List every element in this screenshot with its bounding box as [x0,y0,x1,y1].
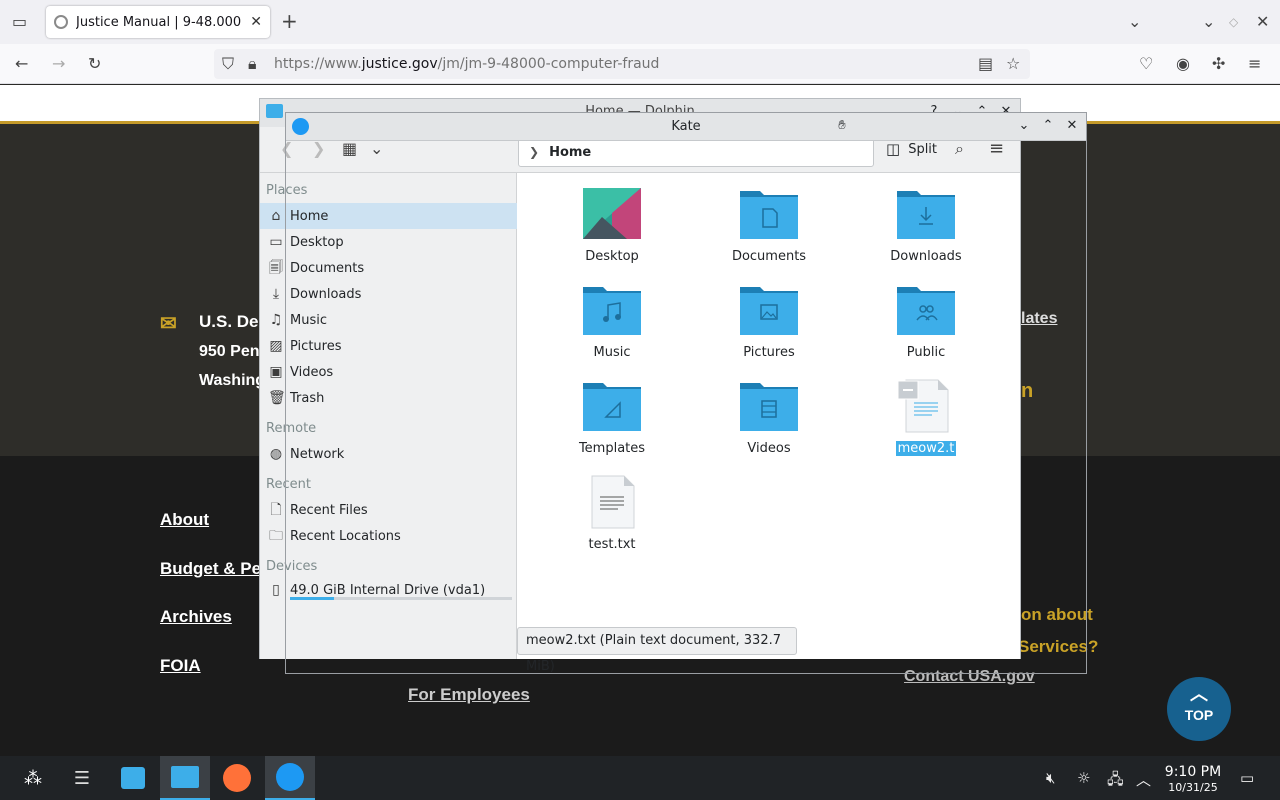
back-to-top-button[interactable]: ︿ TOP [1167,677,1231,741]
tab-list-icon[interactable]: ▭ [12,14,27,30]
url-host: justice.gov [361,56,438,72]
documents-icon: 🗐 [269,260,283,276]
kate-maximize-icon[interactable]: ⌃ [1040,118,1056,134]
trash-icon: 🗑︎ [268,390,286,406]
music-icon: ♫ [269,312,283,328]
clock-time[interactable]: 9:10 PM [1160,764,1226,780]
kate-window: Kate ✋︎ ⌄ ⌃ ✕ [285,112,1087,674]
recent-locations-icon: 🗀 [269,528,283,544]
task-system-settings[interactable]: ☰ [57,756,107,800]
task-discover[interactable] [108,756,158,800]
videos-icon: ▣ [269,364,283,380]
drive-icon: ▯ [272,582,280,598]
account-icon[interactable]: ◉ [1176,56,1190,72]
kate-close-icon[interactable]: ✕ [1064,118,1080,134]
desktop-icon: ▭ [269,234,283,250]
grab-cursor-icon: ✋︎ [838,118,846,133]
launcher-icon: ⁂ [24,767,42,789]
pictures-icon: ▨ [269,338,283,354]
pocket-icon[interactable]: ♡ [1139,56,1153,72]
url-path: /jm/jm-9-48000-computer-fraud [437,56,660,72]
downloads-icon: ⤓ [272,286,280,302]
application-launcher[interactable]: ⁂ [8,756,58,800]
task-dolphin[interactable] [160,756,210,800]
network-status-icon[interactable]: 🖧 [1107,769,1124,794]
footer-link-about[interactable]: About [160,510,209,530]
kate-icon [276,763,304,791]
back-icon[interactable]: ← [15,56,28,72]
lock-icon[interactable]: 🔒︎ [248,56,257,72]
recent-files-icon: 🗋 [270,502,282,518]
reload-icon[interactable]: ↻ [88,56,101,72]
tracking-protection-icon[interactable]: ⛉ [222,56,234,72]
chevron-up-icon: ︿ [1190,684,1208,704]
address-line-1: U.S. De [199,312,259,331]
footer-link-archives[interactable]: Archives [160,607,232,627]
home-icon: ⌂ [271,208,281,224]
task-kate[interactable] [265,756,315,800]
forward-icon[interactable]: → [52,56,65,72]
settings-icon: ☰ [73,767,91,789]
tab-title: Justice Manual | 9-48.000 [76,14,242,30]
mail-icon: ✉ [160,313,177,335]
new-tab-icon[interactable]: + [281,11,298,31]
doj-favicon-icon [54,15,68,29]
url-prefix: https://www. [274,56,362,72]
url-bar[interactable]: ⛉ 🔒︎ https://www. justice.gov/jm/jm-9-480… [214,49,1030,79]
kate-titlebar[interactable]: Kate ✋︎ ⌄ ⌃ ✕ [286,113,1086,141]
show-hidden-icons-icon[interactable]: ︿ [1136,769,1151,790]
kate-content-area [286,141,1086,673]
extensions-icon[interactable]: ✣ [1212,56,1225,72]
bookmark-star-icon[interactable]: ☆ [1006,56,1020,72]
maximize-window-icon[interactable]: ◇ [1229,14,1238,30]
taskbar: ⁂ ☰ 🔇︎ ☼ 🖧 ︿ ▭ [0,756,1280,800]
browser-tab-bar: ▭ Justice Manual | 9-48.000 ✕ + ⌄ ⌄ ◇ ✕ [0,0,1280,44]
browser-tab[interactable]: Justice Manual | 9-48.000 ✕ [46,6,270,38]
kate-title: Kate [671,119,701,134]
top-button-label: TOP [1184,707,1214,723]
close-tab-icon[interactable]: ✕ [250,14,262,30]
kate-minimize-icon[interactable]: ⌄ [1016,118,1032,134]
app-menu-icon[interactable]: ≡ [1248,56,1261,72]
brightness-icon[interactable]: ☼ [1077,769,1090,787]
clock-date[interactable]: 10/31/25 [1160,781,1226,794]
address-line-2: 950 Pen [199,343,260,360]
footer-link-foia[interactable]: FOIA [160,656,201,676]
task-firefox[interactable] [212,756,262,800]
dolphin-icon [171,766,199,788]
volume-muted-icon[interactable]: 🔇︎ [1046,769,1055,787]
show-desktop-icon[interactable]: ▭ [1240,769,1254,787]
minimize-window-icon[interactable]: ⌄ [1202,14,1215,30]
footer-link-for-employees[interactable]: For Employees [408,685,530,705]
close-window-icon[interactable]: ✕ [1256,14,1269,30]
list-all-tabs-icon[interactable]: ⌄ [1128,14,1141,30]
address-line-3: Washing [199,372,266,389]
footer-link-budget[interactable]: Budget & Per [160,559,268,579]
network-icon: ◍ [269,446,283,462]
reader-view-icon[interactable]: ▤ [978,56,993,72]
dolphin-folder-icon [266,104,283,118]
firefox-icon [223,764,251,792]
store-icon [121,767,145,789]
browser-nav-bar: ← → ↻ ⛉ 🔒︎ https://www. justice.gov/jm/jm… [0,44,1280,84]
kate-logo-icon [292,118,309,135]
